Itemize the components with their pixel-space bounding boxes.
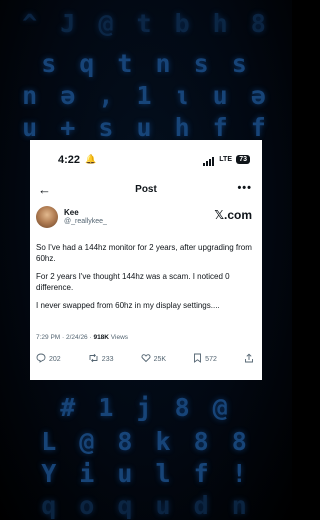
status-bar: 4:22 🔔 LTE 73 [30,154,262,170]
network-label: LTE [219,156,232,163]
like-count: 25K [153,355,167,363]
post-paragraph: For 2 years I've thought 144hz was a sca… [36,272,230,292]
x-logo: 𝕏.com [214,208,252,222]
matrix-row: L @ 8 k 8 8 [41,426,251,456]
post-card: 4:22 🔔 LTE 73 ← Post ••• Kee @_reallykee… [30,140,262,380]
reply-button[interactable]: 202 [36,353,61,366]
post-meta: 7:29 PM · 2/24/26 · 918K Views [36,334,128,341]
more-horizontal-icon[interactable]: ••• [237,182,252,194]
author-handle[interactable]: @_reallykee_ [64,218,107,225]
views-label: Views [109,334,129,341]
repost-button[interactable]: 233 [88,353,114,366]
matrix-row: Y i u l f ! [41,458,251,488]
matrix-row: q o q u d n [41,490,251,520]
bookmark-button[interactable]: 572 [193,353,217,366]
post-paragraph: I never swapped from 60hz in my display … [36,301,220,310]
avatar[interactable] [36,206,58,228]
bookmark-count: 572 [205,355,217,363]
matrix-row: ^ J @ t b h 8 [22,8,270,38]
post-author: Kee @_reallykee_ 𝕏.com [36,206,254,232]
matrix-row: # 1 j 8 @ [60,392,232,422]
signal-icon [203,157,214,166]
action-bar: 202 233 25K 572 [36,352,254,366]
matrix-row: n ə , 1 ι u ə [22,80,270,110]
share-icon [244,353,254,366]
matrix-row: s q t n s s [41,48,251,78]
status-time: 4:22 [58,154,81,166]
repost-count: 233 [101,355,114,363]
views-count: 918K [93,334,109,341]
comment-icon [36,353,46,366]
matrix-row: u + s u h f f [22,112,270,142]
like-button[interactable]: 25K [141,353,166,366]
post-paragraph: So I've had a 144hz monitor for 2 years,… [36,243,252,263]
page-title: Post [135,184,157,195]
post-body: So I've had a 144hz monitor for 2 years,… [36,242,256,318]
bell-icon: 🔔 [85,154,97,164]
reply-count: 202 [49,355,61,363]
bookmark-icon [193,353,202,366]
battery-icon: 73 [236,155,250,164]
heart-icon [141,353,151,366]
share-button[interactable] [244,353,254,366]
repost-icon [88,353,99,366]
post-timestamp: 7:29 PM · 2/24/26 · [36,334,94,341]
author-name[interactable]: Kee [64,208,79,217]
top-nav: ← Post ••• [30,182,262,200]
